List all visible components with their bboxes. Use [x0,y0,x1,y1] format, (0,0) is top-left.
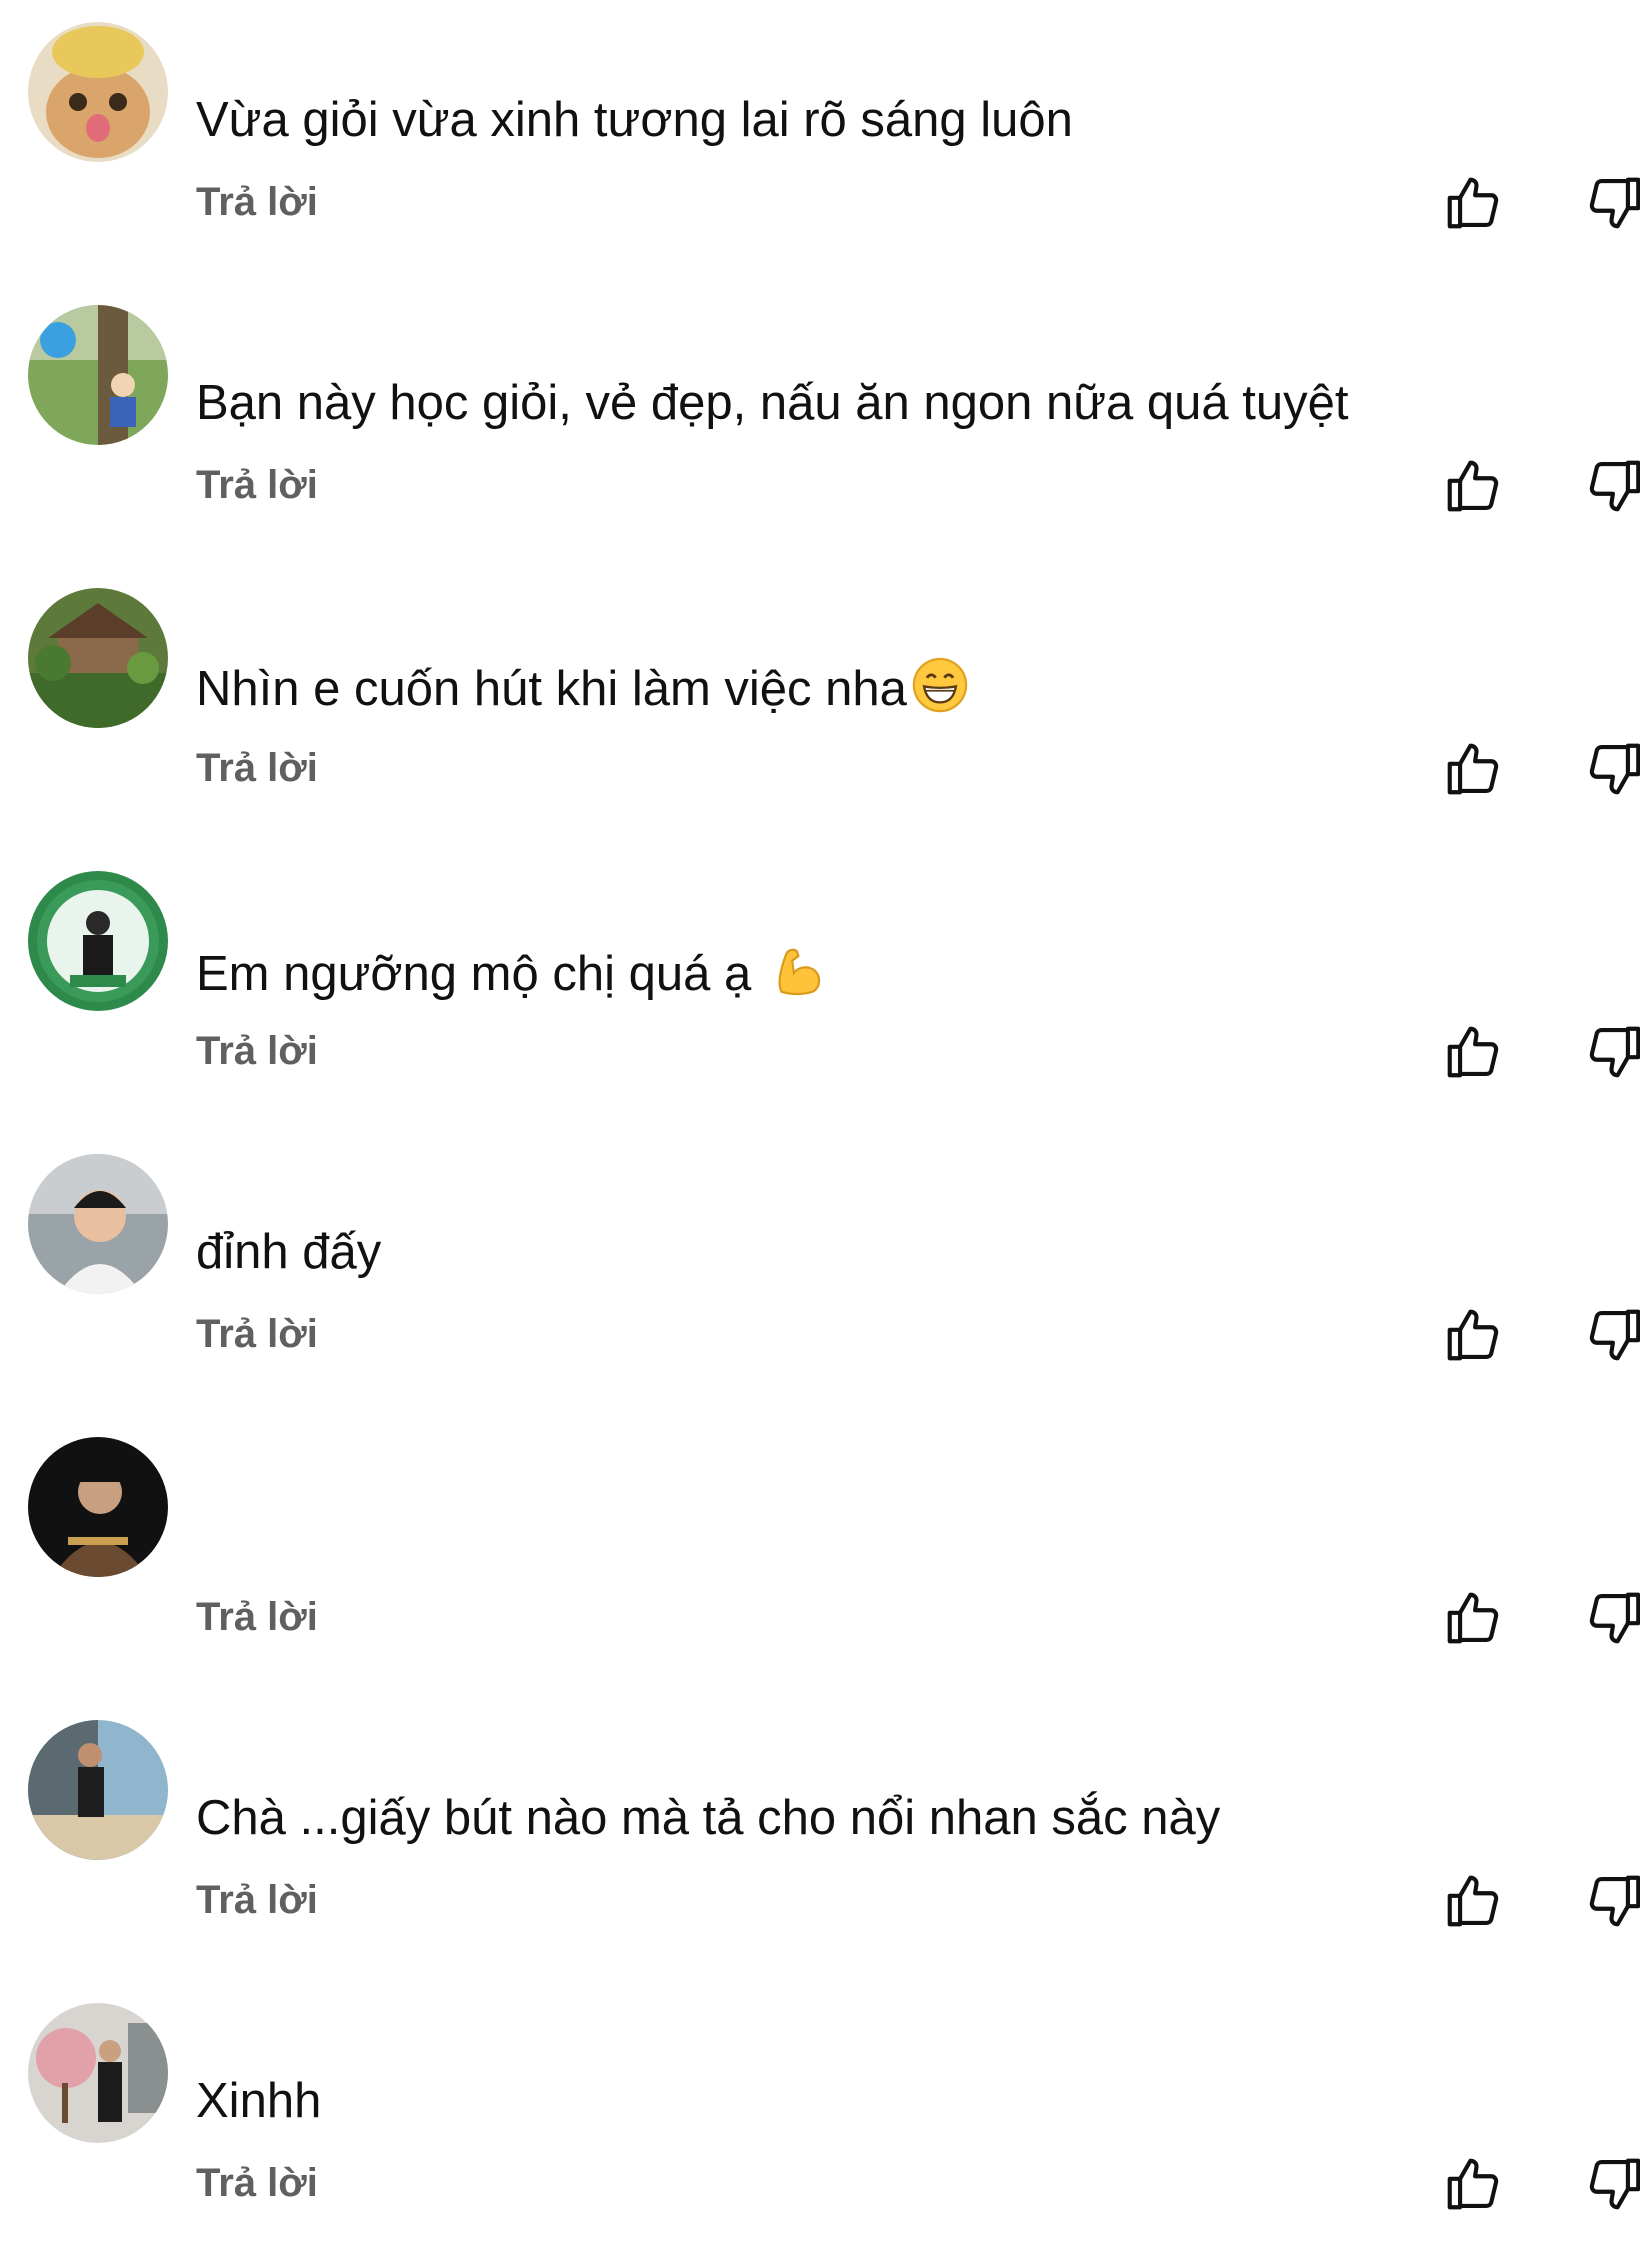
comment-text: Chà ...giấy bút nào mà tả cho nổi nhan s… [196,1791,1221,1845]
reply-button[interactable]: Trả lời [196,1029,318,1074]
thumbs-down-icon[interactable] [1584,1021,1640,1083]
avatar[interactable] [28,1437,168,1577]
comment-text-content: Nhìn e cuốn hút khi làm việc nha [196,661,907,716]
reply-button[interactable]: Trả lời [196,1595,318,1640]
thumbs-down-icon[interactable] [1584,2153,1640,2215]
comment-item: Em ngưỡng mộ chị quá ạ Trả lời [0,849,1640,1132]
comment-item: Vừa giỏi vừa xinh tương lai rõ sáng luôn… [0,0,1640,283]
reply-button[interactable]: Trả lời [196,180,318,225]
comment-text: Nhìn e cuốn hút khi làm việc nha [196,656,969,728]
park-photo-avatar-image [28,305,168,445]
avatar[interactable] [28,22,168,162]
avatar[interactable] [28,2003,168,2143]
thumbs-down-icon[interactable] [1584,455,1640,517]
thumbs-up-icon[interactable] [1442,738,1504,800]
esgc-badge-avatar-image [28,871,168,1011]
thumbs-down-icon[interactable] [1584,1304,1640,1366]
thumbs-up-icon[interactable] [1442,1304,1504,1366]
thumbs-up-icon[interactable] [1442,1870,1504,1932]
comment-text: Xinhh [196,2074,322,2128]
garden-house-avatar-image [28,588,168,728]
reply-button[interactable]: Trả lời [196,746,318,791]
flexed-biceps-emoji-icon [769,939,831,1015]
grinning-face-emoji-icon [911,656,969,728]
blossom-photo-avatar-image [28,2003,168,2143]
thumbs-up-icon[interactable] [1442,2153,1504,2215]
comment-item: Nhìn e cuốn hút khi làm việc nha Trả lời [0,566,1640,849]
avatar[interactable] [28,588,168,728]
thumbs-up-icon[interactable] [1442,1021,1504,1083]
comment-item: đỉnh đấy Trả lời [0,1132,1640,1415]
comment-item: Xinhh Trả lời [0,1981,1640,2264]
reply-button[interactable]: Trả lời [196,1878,318,1923]
comment-item: Bạn này học giỏi, vẻ đẹp, nấu ăn ngon nữ… [0,283,1640,566]
comment-text: Vừa giỏi vừa xinh tương lai rõ sáng luôn [196,93,1073,147]
avatar[interactable] [28,1720,168,1860]
thumbs-down-icon[interactable] [1584,738,1640,800]
comment-item: Trả lời [0,1415,1640,1698]
reply-button[interactable]: Trả lời [196,463,318,508]
thumbs-down-icon[interactable] [1584,1870,1640,1932]
comment-item: Chà ...giấy bút nào mà tả cho nổi nhan s… [0,1698,1640,1981]
comment-text-content: Em ngưỡng mộ chị quá ạ [196,946,765,1001]
thumbs-up-icon[interactable] [1442,172,1504,234]
reply-button[interactable]: Trả lời [196,1312,318,1357]
thumbs-down-icon[interactable] [1584,172,1640,234]
avatar[interactable] [28,871,168,1011]
comment-text: Bạn này học giỏi, vẻ đẹp, nấu ăn ngon nữ… [196,376,1349,430]
avatar[interactable] [28,1154,168,1294]
comment-text: đỉnh đấy [196,1225,382,1279]
reply-button[interactable]: Trả lời [196,2161,318,2206]
avatar[interactable] [28,305,168,445]
dark-portrait-avatar-image [28,1437,168,1577]
comment-text: Em ngưỡng mộ chị quá ạ [196,939,831,1015]
cat-avatar-image [28,22,168,162]
man-portrait-avatar-image [28,1154,168,1294]
thumbs-up-icon[interactable] [1442,455,1504,517]
thumbs-up-icon[interactable] [1442,1587,1504,1649]
beach-photo-avatar-image [28,1720,168,1860]
thumbs-down-icon[interactable] [1584,1587,1640,1649]
